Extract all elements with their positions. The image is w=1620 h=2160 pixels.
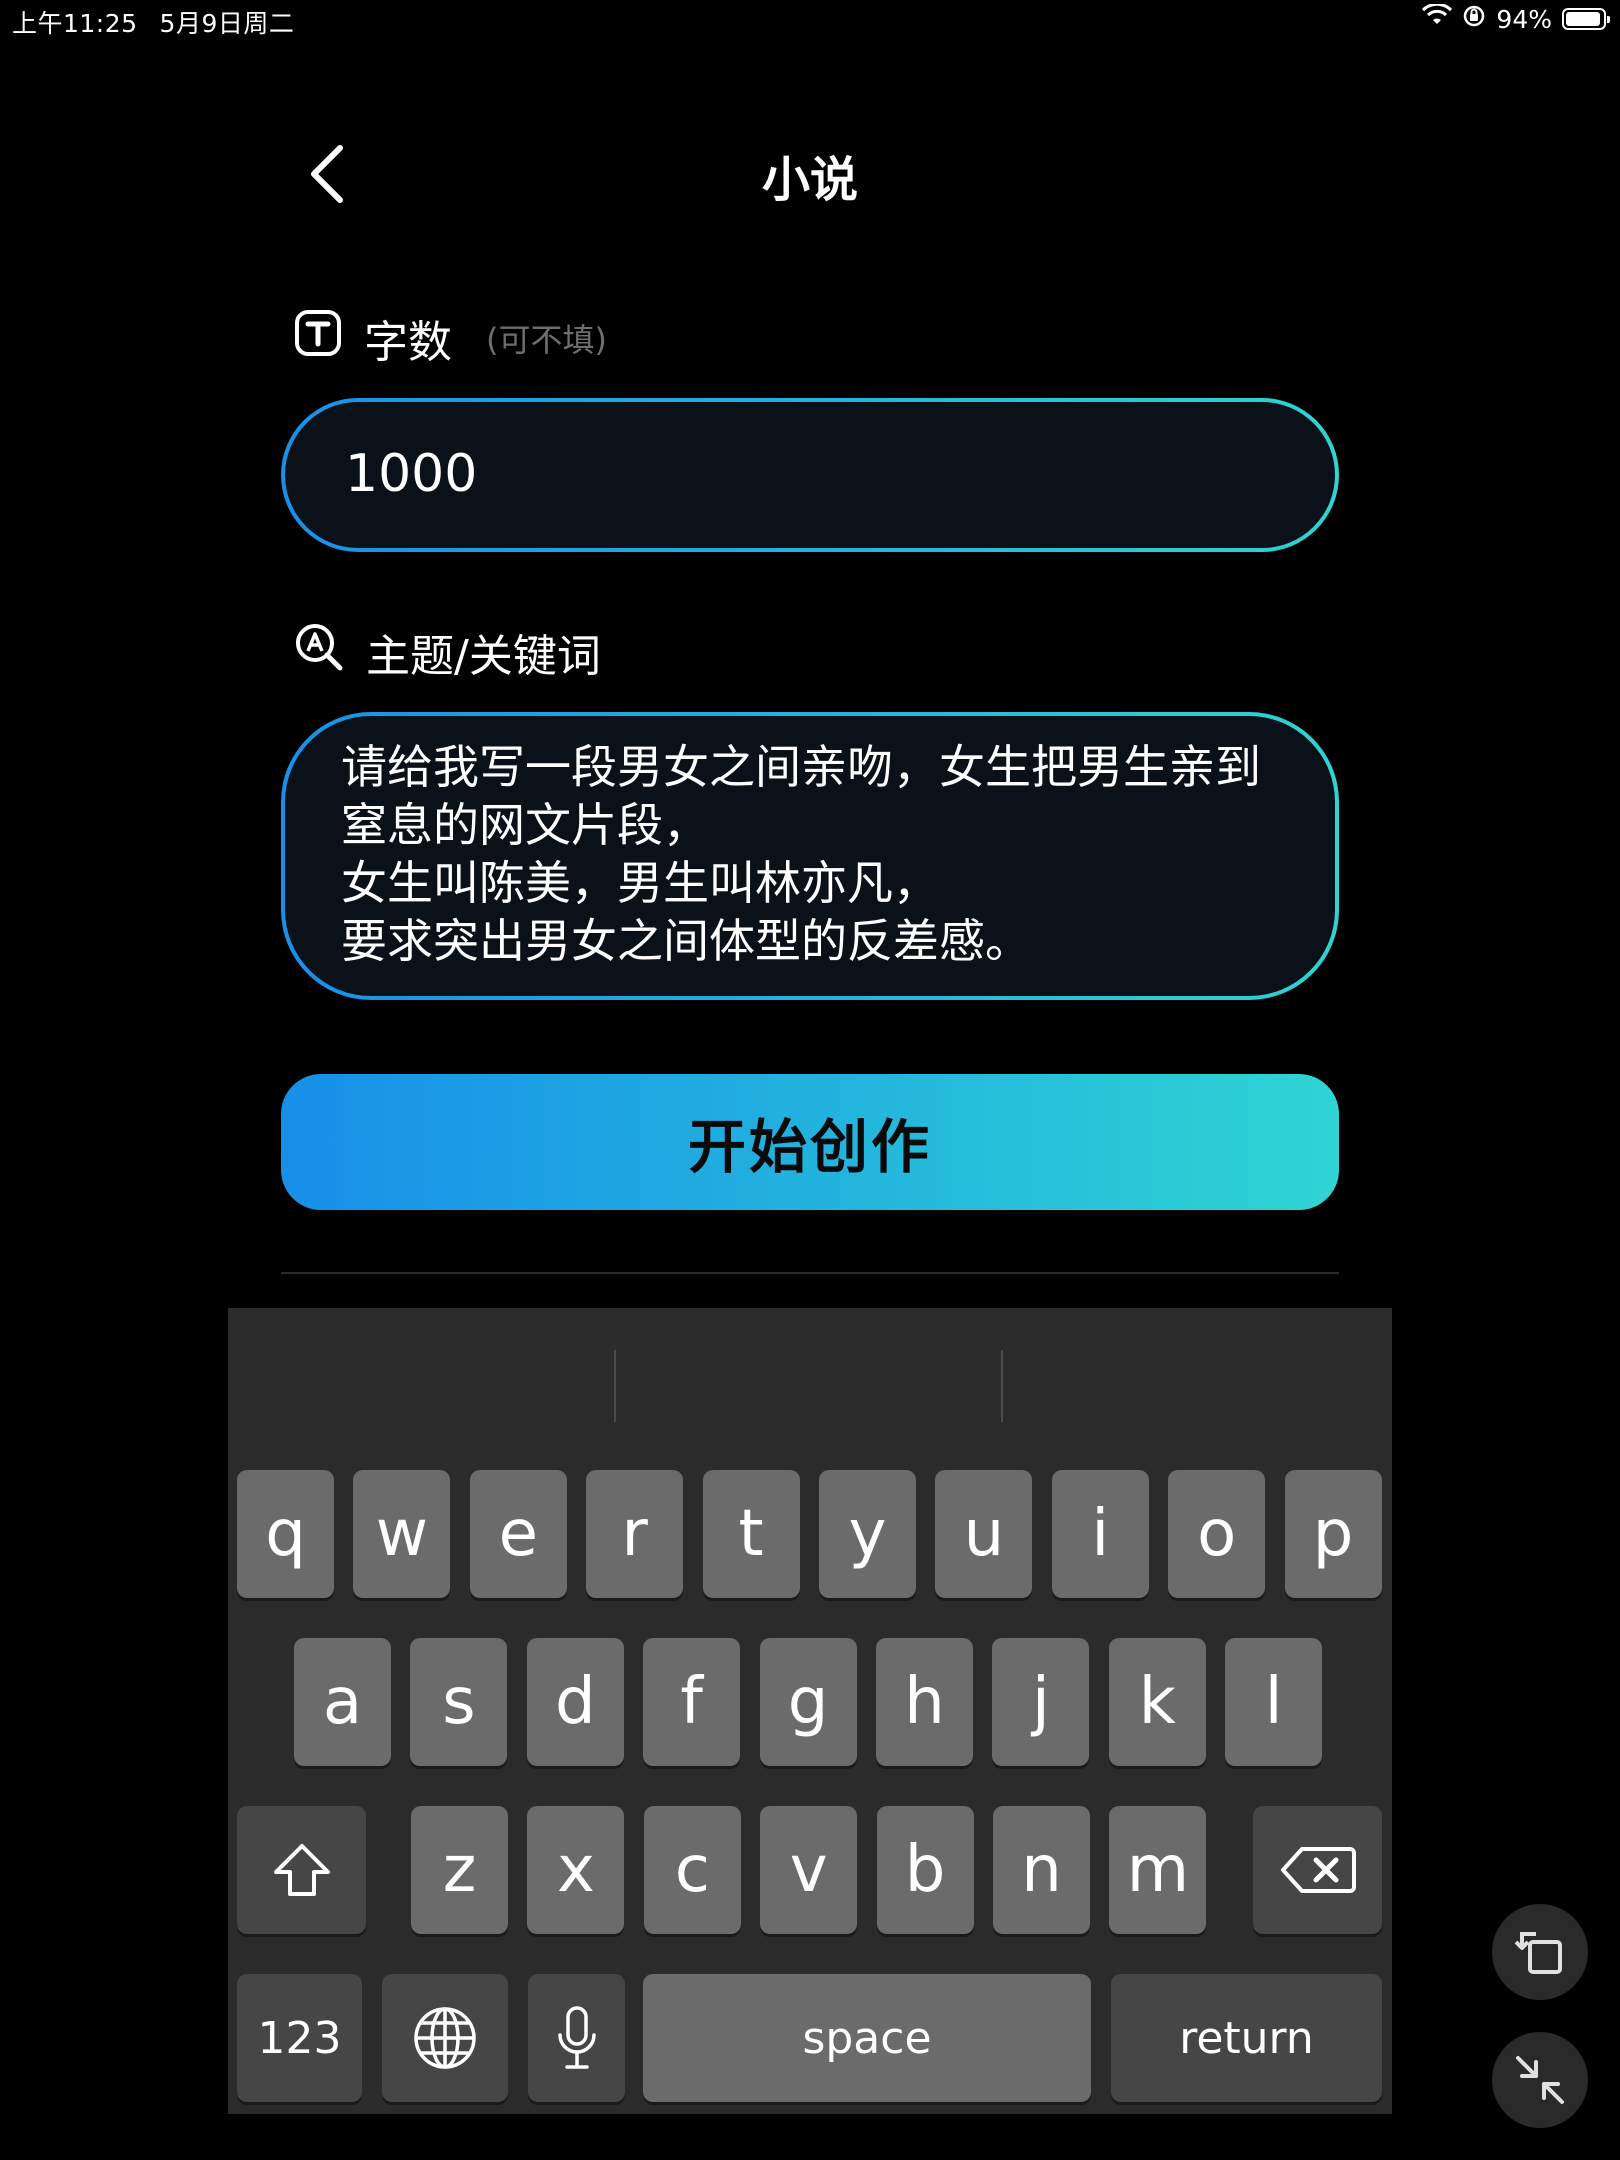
key-w[interactable]: w	[353, 1470, 451, 1598]
key-b[interactable]: b	[876, 1806, 974, 1934]
word-count-label: 字数 (可不填)	[294, 306, 607, 370]
keywords-value: 请给我写一段男女之间亲吻，女生把男生亲到窒息的网文片段， 女生叫陈美，男生叫林亦…	[341, 740, 1261, 968]
rotate-button[interactable]	[1492, 1904, 1588, 2000]
battery-fill	[1566, 12, 1600, 26]
microphone-icon	[557, 2006, 596, 2069]
word-count-value: 1000	[345, 444, 478, 504]
suggestion-separator	[1001, 1350, 1003, 1422]
key-j[interactable]: j	[992, 1638, 1090, 1766]
key-v[interactable]: v	[760, 1806, 858, 1934]
key-z[interactable]: z	[411, 1806, 508, 1934]
key-r[interactable]: r	[586, 1470, 684, 1598]
key-a[interactable]: a	[294, 1638, 391, 1766]
suggestion-bar	[228, 1308, 1392, 1448]
orientation-lock-icon	[1462, 4, 1486, 34]
key-f[interactable]: f	[643, 1638, 741, 1766]
word-count-title: 字数	[364, 317, 452, 368]
minimize-button[interactable]	[1492, 2032, 1588, 2128]
space-key[interactable]: space	[643, 1974, 1091, 2102]
search-a-icon	[294, 622, 344, 683]
delete-key[interactable]	[1253, 1806, 1382, 1934]
shift-key[interactable]	[237, 1806, 366, 1934]
divider	[281, 1272, 1339, 1274]
key-i[interactable]: i	[1051, 1470, 1149, 1598]
keywords-textarea[interactable]: 请给我写一段男女之间亲吻，女生把男生亲到窒息的网文片段， 女生叫陈美，男生叫林亦…	[281, 712, 1339, 1000]
delete-icon	[1280, 1847, 1356, 1893]
key-c[interactable]: c	[643, 1806, 741, 1934]
page-title: 小说	[761, 152, 858, 208]
suggestion-separator	[614, 1350, 616, 1422]
word-count-input[interactable]: 1000	[281, 398, 1339, 552]
key-u[interactable]: u	[935, 1470, 1033, 1598]
key-o[interactable]: o	[1168, 1470, 1266, 1598]
keyboard: qwertyuiop asdfghjkl zxcvbnm 123 space r…	[228, 1308, 1392, 2114]
key-q[interactable]: q	[237, 1470, 334, 1598]
keywords-label: 主题/关键词	[294, 620, 601, 684]
battery-icon	[1562, 8, 1610, 30]
key-k[interactable]: k	[1108, 1638, 1206, 1766]
text-icon	[294, 309, 342, 368]
key-m[interactable]: m	[1109, 1806, 1207, 1934]
status-left: 上午11:25 5月9日周二	[12, 4, 316, 40]
key-y[interactable]: y	[819, 1470, 916, 1598]
globe-key[interactable]	[382, 1974, 508, 2102]
status-time: 上午11:25	[12, 9, 138, 38]
start-create-button[interactable]: 开始创作	[281, 1074, 1339, 1210]
key-p[interactable]: p	[1284, 1470, 1382, 1598]
key-t[interactable]: t	[702, 1470, 800, 1598]
rotate-icon	[1514, 1932, 1562, 1974]
shift-icon	[273, 1844, 330, 1896]
microphone-key[interactable]	[528, 1974, 625, 2102]
keywords-title: 主题/关键词	[366, 631, 601, 682]
key-e[interactable]: e	[469, 1470, 567, 1598]
status-date: 5月9日周二	[159, 9, 295, 38]
word-count-hint: (可不填)	[486, 321, 607, 359]
collapse-icon	[1516, 2056, 1564, 2104]
key-h[interactable]: h	[876, 1638, 973, 1766]
key-s[interactable]: s	[410, 1638, 508, 1766]
key-n[interactable]: n	[993, 1806, 1090, 1934]
key-g[interactable]: g	[759, 1638, 857, 1766]
numbers-key[interactable]: 123	[237, 1974, 362, 2102]
key-x[interactable]: x	[527, 1806, 625, 1934]
status-right: 94%	[1422, 2, 1610, 34]
key-d[interactable]: d	[526, 1638, 624, 1766]
globe-icon	[414, 2007, 476, 2069]
return-key[interactable]: return	[1111, 1974, 1382, 2102]
wifi-icon	[1422, 2, 1453, 34]
key-l[interactable]: l	[1225, 1638, 1323, 1766]
status-bar: 上午11:25 5月9日周二 94%	[0, 0, 1620, 40]
battery-percent: 94%	[1496, 4, 1552, 34]
